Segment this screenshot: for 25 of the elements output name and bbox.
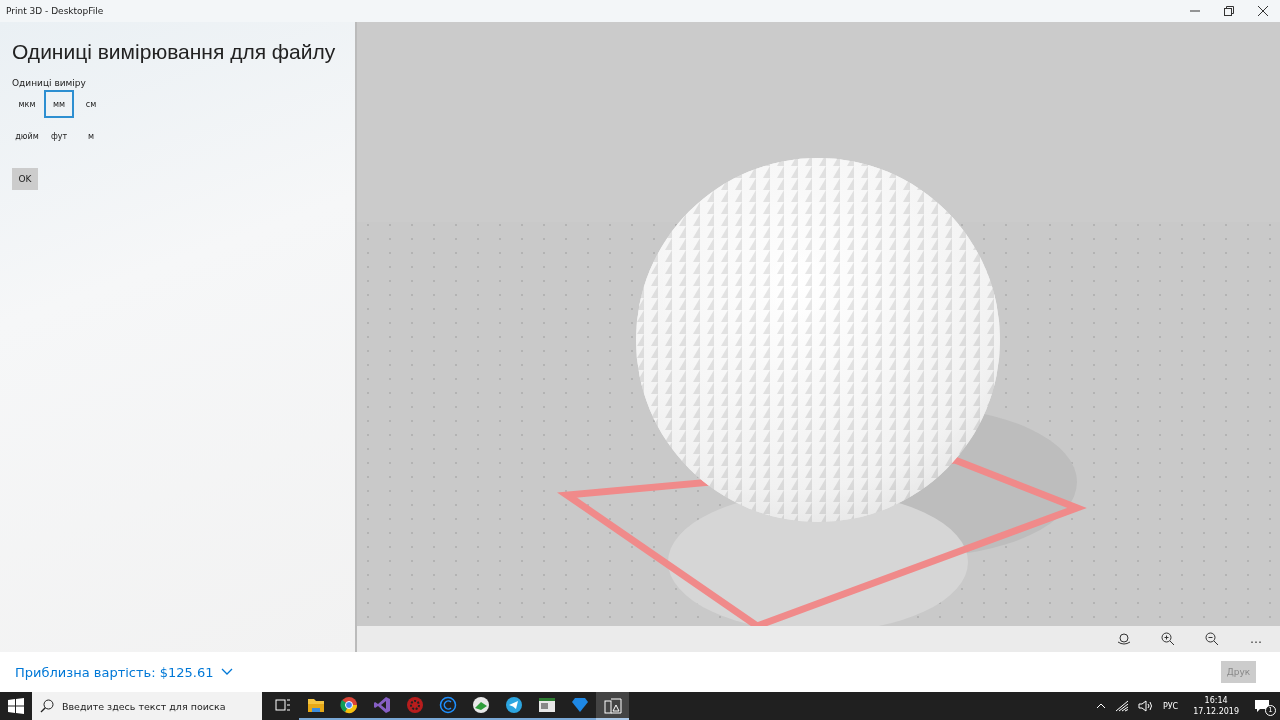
window-title: Print 3D - DesktopFile bbox=[5, 6, 104, 16]
clock-date[interactable]: 17.12.2019 bbox=[1193, 706, 1239, 717]
clock-time[interactable]: 16:14 bbox=[1204, 695, 1228, 706]
units-label: Одиниці виміру bbox=[12, 78, 87, 88]
chevron-down-icon bbox=[221, 668, 234, 676]
search-box[interactable]: Введите здесь текст для поиска bbox=[32, 692, 262, 720]
cost-dropdown[interactable]: Приблизна вартість: $125.61 bbox=[15, 664, 234, 680]
speaker-icon[interactable] bbox=[1137, 700, 1154, 712]
restore-icon bbox=[1224, 6, 1234, 16]
ok-button[interactable]: OK bbox=[12, 168, 38, 190]
more-button[interactable]: … bbox=[1246, 629, 1266, 649]
unit-option[interactable]: фут bbox=[44, 122, 74, 150]
wifi-icon[interactable] bbox=[1114, 700, 1129, 712]
unit-option[interactable]: см bbox=[76, 90, 106, 118]
unit-option[interactable]: мм bbox=[44, 90, 74, 118]
unit-option[interactable]: мкм bbox=[12, 90, 42, 118]
search-field[interactable]: Введите здесь текст для поиска bbox=[62, 700, 262, 712]
close-icon bbox=[1258, 6, 1268, 16]
search-icon bbox=[40, 699, 54, 713]
panel-heading: Одиниці вимірювання для файлу bbox=[12, 40, 337, 64]
app-icon[interactable] bbox=[596, 692, 629, 720]
unit-option[interactable]: м bbox=[76, 122, 106, 150]
chevron-up-icon[interactable] bbox=[1095, 703, 1106, 709]
unit-option[interactable]: дюйм bbox=[12, 122, 42, 150]
language-indicator[interactable]: РУС bbox=[1162, 701, 1179, 711]
